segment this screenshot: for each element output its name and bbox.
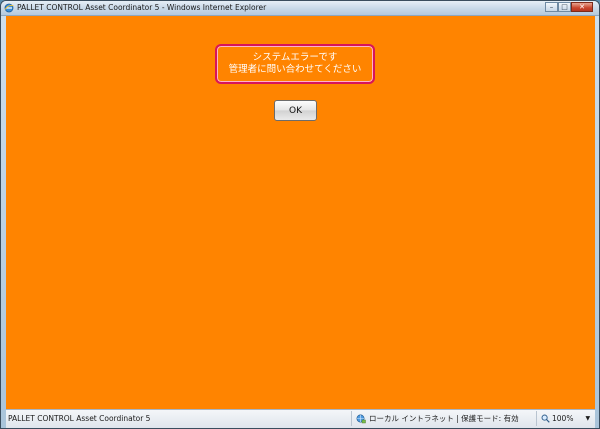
zoom-magnifier-icon	[541, 414, 550, 423]
window-title: PALLET CONTROL Asset Coordinator 5 - Win…	[17, 3, 267, 12]
browser-window: PALLET CONTROL Asset Coordinator 5 - Win…	[0, 0, 600, 429]
minimize-icon: –	[549, 3, 554, 11]
title-bar[interactable]: PALLET CONTROL Asset Coordinator 5 - Win…	[1, 1, 599, 16]
ok-button[interactable]: OK	[274, 100, 317, 121]
zoom-dropdown-icon[interactable]: ▼	[585, 415, 590, 422]
maximize-icon: □	[561, 3, 568, 11]
security-zone-label: ローカル イントラネット | 保護モード: 有効	[369, 414, 519, 423]
error-message-line2: 管理者に問い合わせてください	[228, 64, 362, 75]
status-bar: PALLET CONTROL Asset Coordinator 5 ローカル …	[6, 409, 595, 428]
zoom-level: 100%	[552, 414, 574, 423]
error-message-box: システムエラーです 管理者に問い合わせてください	[215, 44, 375, 84]
error-message-line1: システムエラーです	[252, 52, 338, 63]
page-content: システムエラーです 管理者に問い合わせてください OK	[6, 16, 595, 409]
security-zone[interactable]: ローカル イントラネット | 保護モード: 有効	[351, 411, 537, 426]
intranet-globe-icon	[356, 414, 366, 423]
close-button[interactable]: ✕	[571, 2, 593, 12]
internet-explorer-icon	[4, 3, 14, 13]
status-text: PALLET CONTROL Asset Coordinator 5	[8, 414, 151, 423]
zoom-control[interactable]: 100% ▼	[536, 411, 595, 426]
caption-buttons: – □ ✕	[545, 2, 593, 12]
minimize-button[interactable]: –	[545, 2, 558, 12]
maximize-button[interactable]: □	[558, 2, 571, 12]
close-icon: ✕	[579, 3, 585, 11]
